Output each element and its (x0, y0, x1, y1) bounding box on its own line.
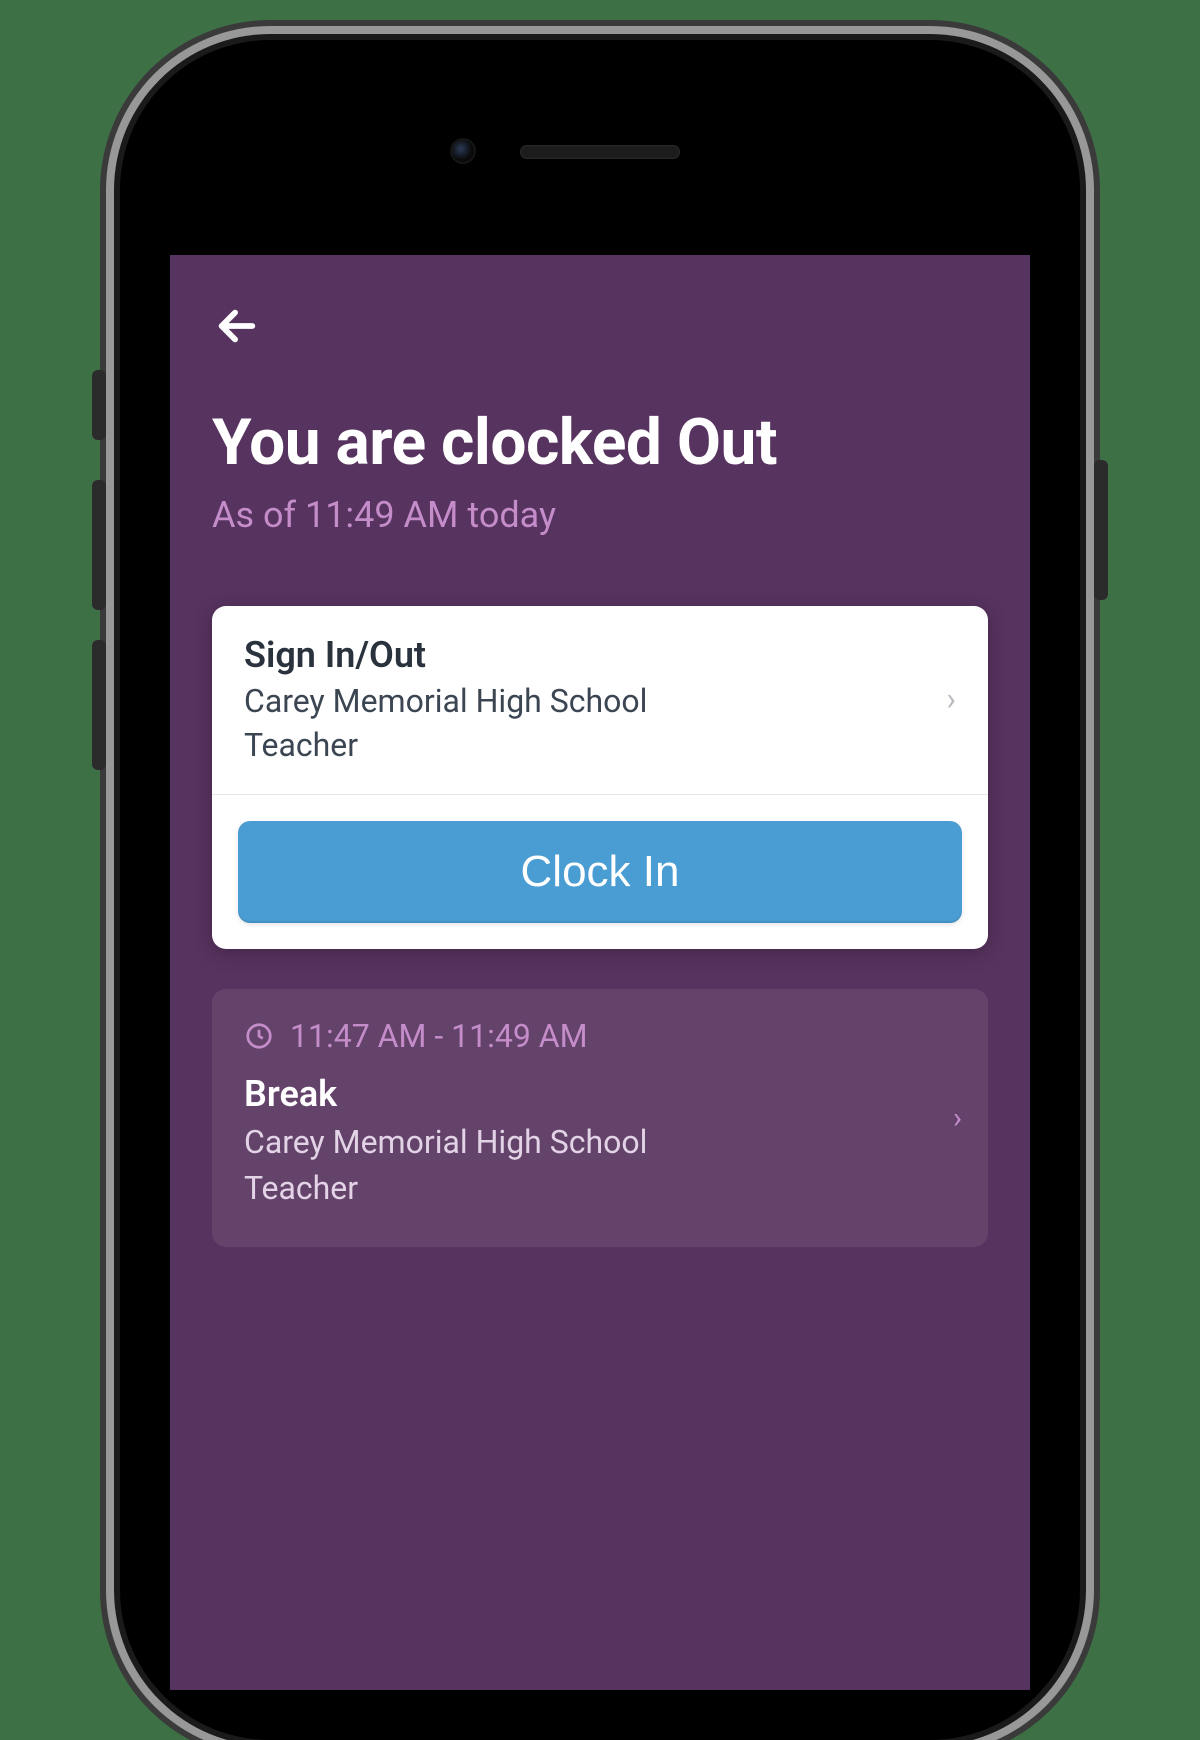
page-title: You are clocked Out (212, 405, 988, 480)
history-entry[interactable]: 11:47 AM - 11:49 AM Break Carey Memorial… (212, 989, 988, 1247)
clock-in-button[interactable]: Clock In (238, 821, 962, 923)
phone-side-button (92, 370, 106, 440)
sign-in-out-card: Sign In/Out Carey Memorial High School T… (212, 606, 988, 949)
phone-frame: You are clocked Out As of 11:49 AM today… (120, 40, 1080, 1740)
history-role: Teacher (244, 1169, 956, 1207)
history-location: Carey Memorial High School (244, 1123, 956, 1161)
card-row-title: Sign In/Out (244, 634, 936, 676)
history-time-range: 11:47 AM - 11:49 AM (290, 1017, 588, 1055)
status-timestamp: As of 11:49 AM today (212, 494, 988, 536)
phone-side-button (92, 480, 106, 610)
sign-in-out-row[interactable]: Sign In/Out Carey Memorial High School T… (212, 606, 988, 795)
phone-camera (450, 138, 476, 164)
history-label: Break (244, 1073, 956, 1115)
phone-side-button (92, 640, 106, 770)
arrow-left-icon (214, 303, 260, 349)
card-role: Teacher (244, 726, 936, 764)
phone-speaker (520, 145, 680, 159)
chevron-right-icon: › (936, 680, 956, 718)
back-button[interactable] (212, 301, 262, 351)
chevron-right-icon: › (953, 1101, 962, 1136)
card-location: Carey Memorial High School (244, 682, 936, 720)
phone-side-button (1094, 460, 1108, 600)
clock-icon (244, 1021, 274, 1051)
app-screen: You are clocked Out As of 11:49 AM today… (170, 255, 1030, 1690)
